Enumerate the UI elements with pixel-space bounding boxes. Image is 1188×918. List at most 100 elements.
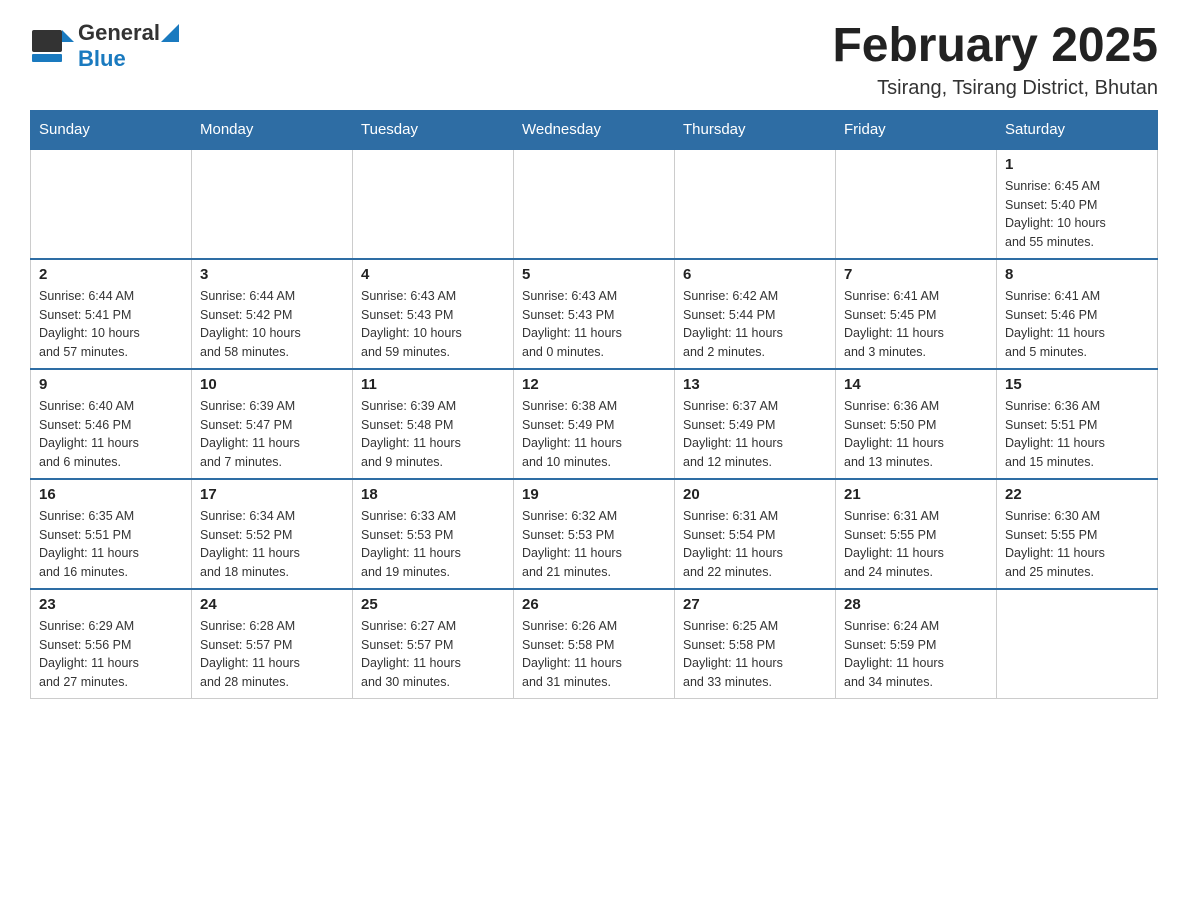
calendar-day-cell bbox=[353, 149, 514, 259]
day-number: 11 bbox=[361, 376, 505, 393]
day-info: Sunrise: 6:41 AM Sunset: 5:46 PM Dayligh… bbox=[1005, 287, 1149, 362]
calendar-header-row: SundayMondayTuesdayWednesdayThursdayFrid… bbox=[31, 110, 1158, 149]
calendar-week-row: 16Sunrise: 6:35 AM Sunset: 5:51 PM Dayli… bbox=[31, 479, 1158, 589]
calendar-day-cell: 5 Sunrise: 6:43 AM Sunset: 5:43 PM Daylig… bbox=[514, 259, 675, 369]
title-section: February 2025 Tsirang, Tsirang District,… bbox=[832, 20, 1158, 100]
day-info: Sunrise: 6:45 AM Sunset: 5:40 PM Dayligh… bbox=[1005, 177, 1149, 252]
day-number: 24 bbox=[200, 596, 344, 613]
day-number: 21 bbox=[844, 486, 988, 503]
calendar-day-cell: 8 Sunrise: 6:41 AM Sunset: 5:46 PM Daylig… bbox=[997, 259, 1158, 369]
day-info: Sunrise: 6:40 AM Sunset: 5:46 PM Dayligh… bbox=[39, 397, 183, 472]
logo: General Blue bbox=[30, 20, 180, 72]
calendar-day-cell bbox=[31, 149, 192, 259]
calendar-day-cell bbox=[514, 149, 675, 259]
day-number: 9 bbox=[39, 376, 183, 393]
day-info: Sunrise: 6:34 AM Sunset: 5:52 PM Dayligh… bbox=[200, 507, 344, 582]
logo-icon bbox=[30, 22, 78, 70]
day-info: Sunrise: 6:30 AM Sunset: 5:55 PM Dayligh… bbox=[1005, 507, 1149, 582]
calendar-day-cell bbox=[997, 589, 1158, 699]
day-number: 2 bbox=[39, 266, 183, 283]
day-info: Sunrise: 6:37 AM Sunset: 5:49 PM Dayligh… bbox=[683, 397, 827, 472]
day-info: Sunrise: 6:27 AM Sunset: 5:57 PM Dayligh… bbox=[361, 617, 505, 692]
day-number: 8 bbox=[1005, 266, 1149, 283]
calendar-day-cell: 6 Sunrise: 6:42 AM Sunset: 5:44 PM Daylig… bbox=[675, 259, 836, 369]
logo-blue-text: Blue bbox=[78, 46, 180, 72]
calendar-day-cell: 1 Sunrise: 6:45 AM Sunset: 5:40 PM Daylig… bbox=[997, 149, 1158, 259]
day-number: 17 bbox=[200, 486, 344, 503]
calendar-day-cell: 22 Sunrise: 6:30 AM Sunset: 5:55 PM Dayli… bbox=[997, 479, 1158, 589]
logo-arrow-icon bbox=[161, 24, 179, 42]
calendar-day-header: Saturday bbox=[997, 110, 1158, 149]
calendar-day-cell: 17 Sunrise: 6:34 AM Sunset: 5:52 PM Dayli… bbox=[192, 479, 353, 589]
calendar-week-row: 9 Sunrise: 6:40 AM Sunset: 5:46 PM Daylig… bbox=[31, 369, 1158, 479]
day-info: Sunrise: 6:29 AM Sunset: 5:56 PM Dayligh… bbox=[39, 617, 183, 692]
day-number: 13 bbox=[683, 376, 827, 393]
calendar-day-header: Tuesday bbox=[353, 110, 514, 149]
day-info: Sunrise: 6:32 AM Sunset: 5:53 PM Dayligh… bbox=[522, 507, 666, 582]
day-number: 7 bbox=[844, 266, 988, 283]
day-info: Sunrise: 6:42 AM Sunset: 5:44 PM Dayligh… bbox=[683, 287, 827, 362]
day-info: Sunrise: 6:35 AM Sunset: 5:51 PM Dayligh… bbox=[39, 507, 183, 582]
calendar-day-cell: 7 Sunrise: 6:41 AM Sunset: 5:45 PM Daylig… bbox=[836, 259, 997, 369]
calendar-week-row: 23 Sunrise: 6:29 AM Sunset: 5:56 PM Dayli… bbox=[31, 589, 1158, 699]
day-number: 1 bbox=[1005, 156, 1149, 173]
calendar-day-cell: 18Sunrise: 6:33 AM Sunset: 5:53 PM Dayli… bbox=[353, 479, 514, 589]
day-info: Sunrise: 6:41 AM Sunset: 5:45 PM Dayligh… bbox=[844, 287, 988, 362]
calendar-day-cell: 9 Sunrise: 6:40 AM Sunset: 5:46 PM Daylig… bbox=[31, 369, 192, 479]
calendar-day-cell: 28 Sunrise: 6:24 AM Sunset: 5:59 PM Dayli… bbox=[836, 589, 997, 699]
day-number: 26 bbox=[522, 596, 666, 613]
day-info: Sunrise: 6:39 AM Sunset: 5:47 PM Dayligh… bbox=[200, 397, 344, 472]
subtitle: Tsirang, Tsirang District, Bhutan bbox=[832, 77, 1158, 100]
calendar-day-header: Thursday bbox=[675, 110, 836, 149]
calendar-day-cell: 10Sunrise: 6:39 AM Sunset: 5:47 PM Dayli… bbox=[192, 369, 353, 479]
day-number: 19 bbox=[522, 486, 666, 503]
day-info: Sunrise: 6:39 AM Sunset: 5:48 PM Dayligh… bbox=[361, 397, 505, 472]
calendar-day-cell: 26Sunrise: 6:26 AM Sunset: 5:58 PM Dayli… bbox=[514, 589, 675, 699]
logo-general-text: General bbox=[78, 20, 160, 46]
day-info: Sunrise: 6:43 AM Sunset: 5:43 PM Dayligh… bbox=[361, 287, 505, 362]
calendar-day-cell: 13 Sunrise: 6:37 AM Sunset: 5:49 PM Dayli… bbox=[675, 369, 836, 479]
day-number: 5 bbox=[522, 266, 666, 283]
calendar-day-cell bbox=[836, 149, 997, 259]
calendar-day-cell: 15 Sunrise: 6:36 AM Sunset: 5:51 PM Dayli… bbox=[997, 369, 1158, 479]
day-info: Sunrise: 6:36 AM Sunset: 5:51 PM Dayligh… bbox=[1005, 397, 1149, 472]
calendar-day-cell: 27 Sunrise: 6:25 AM Sunset: 5:58 PM Dayli… bbox=[675, 589, 836, 699]
calendar-table: SundayMondayTuesdayWednesdayThursdayFrid… bbox=[30, 110, 1158, 699]
day-number: 22 bbox=[1005, 486, 1149, 503]
calendar-day-cell bbox=[675, 149, 836, 259]
calendar-day-cell: 21 Sunrise: 6:31 AM Sunset: 5:55 PM Dayli… bbox=[836, 479, 997, 589]
day-number: 27 bbox=[683, 596, 827, 613]
calendar-day-cell: 11 Sunrise: 6:39 AM Sunset: 5:48 PM Dayli… bbox=[353, 369, 514, 479]
calendar-day-cell: 14 Sunrise: 6:36 AM Sunset: 5:50 PM Dayli… bbox=[836, 369, 997, 479]
day-info: Sunrise: 6:44 AM Sunset: 5:41 PM Dayligh… bbox=[39, 287, 183, 362]
day-number: 4 bbox=[361, 266, 505, 283]
day-number: 15 bbox=[1005, 376, 1149, 393]
day-info: Sunrise: 6:31 AM Sunset: 5:54 PM Dayligh… bbox=[683, 507, 827, 582]
calendar-day-cell: 24 Sunrise: 6:28 AM Sunset: 5:57 PM Dayli… bbox=[192, 589, 353, 699]
calendar-day-header: Sunday bbox=[31, 110, 192, 149]
calendar-day-cell: 25Sunrise: 6:27 AM Sunset: 5:57 PM Dayli… bbox=[353, 589, 514, 699]
calendar-week-row: 2 Sunrise: 6:44 AM Sunset: 5:41 PM Daylig… bbox=[31, 259, 1158, 369]
calendar-day-cell: 12 Sunrise: 6:38 AM Sunset: 5:49 PM Dayli… bbox=[514, 369, 675, 479]
day-number: 14 bbox=[844, 376, 988, 393]
calendar-day-header: Friday bbox=[836, 110, 997, 149]
day-info: Sunrise: 6:36 AM Sunset: 5:50 PM Dayligh… bbox=[844, 397, 988, 472]
calendar-day-cell: 19 Sunrise: 6:32 AM Sunset: 5:53 PM Dayli… bbox=[514, 479, 675, 589]
day-info: Sunrise: 6:38 AM Sunset: 5:49 PM Dayligh… bbox=[522, 397, 666, 472]
day-info: Sunrise: 6:43 AM Sunset: 5:43 PM Dayligh… bbox=[522, 287, 666, 362]
calendar-day-cell: 2 Sunrise: 6:44 AM Sunset: 5:41 PM Daylig… bbox=[31, 259, 192, 369]
day-info: Sunrise: 6:31 AM Sunset: 5:55 PM Dayligh… bbox=[844, 507, 988, 582]
day-number: 6 bbox=[683, 266, 827, 283]
day-info: Sunrise: 6:24 AM Sunset: 5:59 PM Dayligh… bbox=[844, 617, 988, 692]
day-number: 18 bbox=[361, 486, 505, 503]
calendar-day-cell: 4 Sunrise: 6:43 AM Sunset: 5:43 PM Daylig… bbox=[353, 259, 514, 369]
calendar-day-cell: 16Sunrise: 6:35 AM Sunset: 5:51 PM Dayli… bbox=[31, 479, 192, 589]
calendar-week-row: 1 Sunrise: 6:45 AM Sunset: 5:40 PM Daylig… bbox=[31, 149, 1158, 259]
calendar-day-header: Wednesday bbox=[514, 110, 675, 149]
day-number: 12 bbox=[522, 376, 666, 393]
day-number: 28 bbox=[844, 596, 988, 613]
day-info: Sunrise: 6:25 AM Sunset: 5:58 PM Dayligh… bbox=[683, 617, 827, 692]
day-number: 23 bbox=[39, 596, 183, 613]
calendar-day-cell bbox=[192, 149, 353, 259]
day-info: Sunrise: 6:28 AM Sunset: 5:57 PM Dayligh… bbox=[200, 617, 344, 692]
